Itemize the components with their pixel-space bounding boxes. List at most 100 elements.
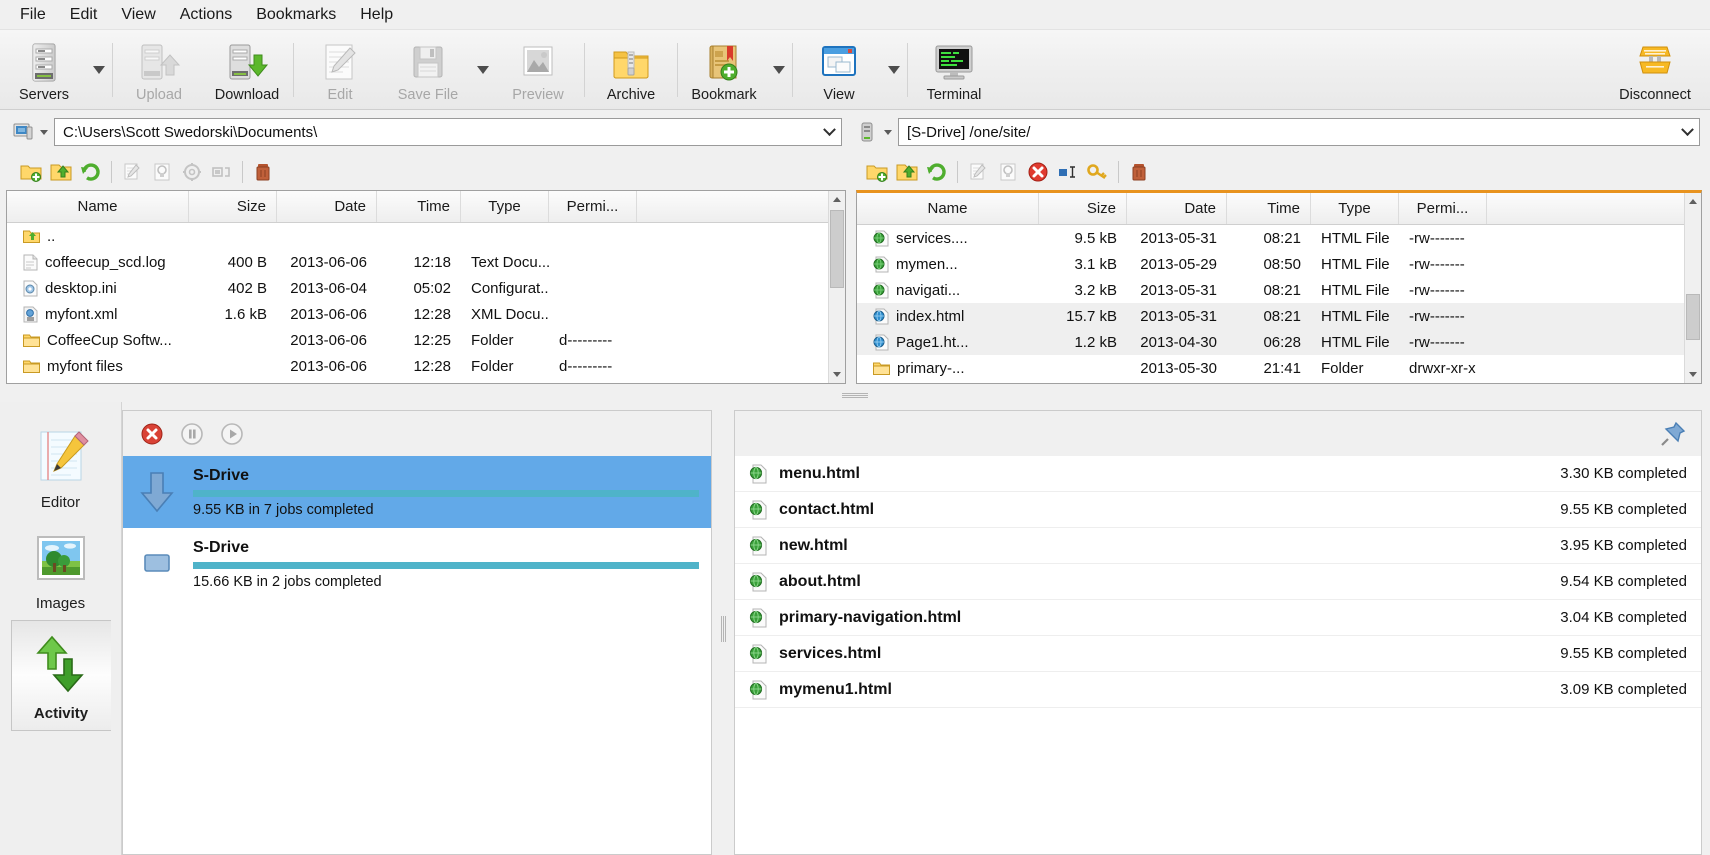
local-col-perm[interactable]: Permi...: [549, 191, 637, 222]
remote-key-icon[interactable]: [1083, 158, 1113, 186]
menu-view[interactable]: View: [109, 2, 167, 28]
remote-chmod-icon[interactable]: [1053, 158, 1083, 186]
table-row[interactable]: services.... 9.5 kB 2013-05-31 08:21 HTM…: [857, 225, 1701, 251]
local-refresh-icon[interactable]: [76, 158, 106, 186]
remote-col-date[interactable]: Date: [1127, 193, 1227, 224]
list-item[interactable]: menu.html 3.30 KB completed: [735, 456, 1701, 492]
local-rename-icon[interactable]: [117, 158, 147, 186]
list-item[interactable]: about.html 9.54 KB completed: [735, 564, 1701, 600]
view-button[interactable]: View: [795, 30, 883, 109]
bookmark-dropdown-caret[interactable]: [768, 30, 790, 109]
terminal-button[interactable]: Terminal: [910, 30, 998, 109]
table-row[interactable]: myfont.xml 1.6 kB 2013-06-06 12:28 XML D…: [7, 301, 845, 327]
remote-col-type[interactable]: Type: [1311, 193, 1399, 224]
remote-new-folder-icon[interactable]: [862, 158, 892, 186]
horizontal-splitter[interactable]: [0, 388, 1710, 402]
local-scroll-up-icon[interactable]: [829, 191, 845, 208]
local-new-folder-icon[interactable]: [16, 158, 46, 186]
view-dropdown-caret[interactable]: [883, 30, 905, 109]
local-scroll-thumb[interactable]: [830, 210, 844, 288]
table-row[interactable]: navigati... 3.2 kB 2013-05-31 08:21 HTML…: [857, 277, 1701, 303]
menu-actions[interactable]: Actions: [168, 2, 244, 28]
table-row[interactable]: Page1.ht... 1.2 kB 2013-04-30 06:28 HTML…: [857, 329, 1701, 355]
remote-scroll-down-icon[interactable]: [1685, 366, 1701, 383]
table-row[interactable]: desktop.ini 402 B 2013-06-04 05:02 Confi…: [7, 275, 845, 301]
pause-icon[interactable]: [177, 419, 207, 449]
save-file-dropdown-caret[interactable]: [472, 30, 494, 109]
local-path-chevron-down-icon[interactable]: [817, 119, 841, 145]
table-row[interactable]: myfont files 2013-06-06 12:28 Folder d--…: [7, 353, 845, 379]
local-trash-icon[interactable]: [248, 158, 278, 186]
table-row[interactable]: CoffeeCup Softw... 2013-06-06 12:25 Fold…: [7, 327, 845, 353]
list-item[interactable]: services.html 9.55 KB completed: [735, 636, 1701, 672]
table-row[interactable]: primary-... 2013-05-30 21:41 Folder drwx…: [857, 355, 1701, 381]
remote-refresh-icon[interactable]: [922, 158, 952, 186]
stop-icon[interactable]: [137, 419, 167, 449]
servers-dropdown-caret[interactable]: [88, 30, 110, 109]
local-col-date[interactable]: Date: [277, 191, 377, 222]
details-file-name: primary-navigation.html: [779, 609, 1548, 627]
rail-item-images[interactable]: Images: [13, 519, 109, 620]
remote-col-size[interactable]: Size: [1039, 193, 1127, 224]
list-item[interactable]: primary-navigation.html 3.04 KB complete…: [735, 600, 1701, 636]
list-item[interactable]: new.html 3.95 KB completed: [735, 528, 1701, 564]
local-file-pane[interactable]: Name Size Date Time Type Permi... .: [6, 190, 846, 384]
remote-scroll-thumb[interactable]: [1686, 294, 1700, 340]
remote-trash-icon[interactable]: [1124, 158, 1154, 186]
queue-job-item[interactable]: S-Drive 9.55 KB in 7 jobs completed: [123, 456, 711, 528]
edit-button[interactable]: Edit: [296, 30, 384, 109]
local-path-value: C:\Users\Scott Swedorski\Documents\: [63, 124, 817, 141]
preview-button[interactable]: Preview: [494, 30, 582, 109]
table-row[interactable]: ..: [7, 223, 845, 249]
table-row[interactable]: mymen... 3.1 kB 2013-05-29 08:50 HTML Fi…: [857, 251, 1701, 277]
save-file-button[interactable]: Save File: [384, 30, 472, 109]
remote-upload-folder-icon[interactable]: [892, 158, 922, 186]
remote-file-pane[interactable]: Name Size Date Time Type Permi... s: [856, 190, 1702, 384]
table-row[interactable]: index.html 15.7 kB 2013-05-31 08:21 HTML…: [857, 303, 1701, 329]
menu-edit[interactable]: Edit: [58, 2, 110, 28]
upload-button[interactable]: Upload: [115, 30, 203, 109]
table-row[interactable]: coffeecup_scd.log 400 B 2013-06-06 12:18…: [7, 249, 845, 275]
local-path-dropdown-caret[interactable]: [36, 120, 52, 144]
remote-path-chevron-down-icon[interactable]: [1675, 119, 1699, 145]
remote-path-combobox[interactable]: [S-Drive] /one/site/: [898, 118, 1700, 146]
local-upload-folder-icon[interactable]: [46, 158, 76, 186]
play-icon[interactable]: [217, 419, 247, 449]
rail-item-activity[interactable]: Activity: [11, 620, 111, 731]
remote-col-time[interactable]: Time: [1227, 193, 1311, 224]
remote-col-perm[interactable]: Permi...: [1399, 193, 1487, 224]
disconnect-button[interactable]: Disconnect: [1600, 30, 1710, 109]
local-col-time[interactable]: Time: [377, 191, 461, 222]
rail-item-editor[interactable]: Editor: [13, 416, 109, 519]
local-col-name[interactable]: Name: [7, 191, 189, 222]
local-col-size[interactable]: Size: [189, 191, 277, 222]
local-select-icon[interactable]: [207, 158, 237, 186]
archive-button[interactable]: Archive: [587, 30, 675, 109]
remote-delete-icon[interactable]: [1023, 158, 1053, 186]
menu-file[interactable]: File: [8, 2, 58, 28]
remote-properties-icon[interactable]: [993, 158, 1023, 186]
local-settings-icon[interactable]: [177, 158, 207, 186]
bookmark-button[interactable]: Bookmark: [680, 30, 768, 109]
remote-path-dropdown-caret[interactable]: [880, 120, 896, 144]
menu-help[interactable]: Help: [348, 2, 405, 28]
pushpin-icon[interactable]: [1659, 420, 1687, 448]
list-item[interactable]: mymenu1.html 3.09 KB completed: [735, 672, 1701, 708]
download-button[interactable]: Download: [203, 30, 291, 109]
local-properties-icon[interactable]: [147, 158, 177, 186]
remote-rename-icon[interactable]: [963, 158, 993, 186]
local-path-combobox[interactable]: C:\Users\Scott Swedorski\Documents\: [54, 118, 842, 146]
servers-button[interactable]: Servers: [0, 30, 88, 109]
local-scroll-track[interactable]: [829, 208, 845, 366]
remote-col-name[interactable]: Name: [857, 193, 1039, 224]
local-col-type[interactable]: Type: [461, 191, 549, 222]
remote-pane-scrollbar[interactable]: [1684, 193, 1701, 383]
queue-job-item[interactable]: S-Drive 15.66 KB in 2 jobs completed: [123, 528, 711, 600]
local-pane-scrollbar[interactable]: [828, 191, 845, 383]
local-scroll-down-icon[interactable]: [829, 366, 845, 383]
vertical-splitter[interactable]: [712, 402, 734, 855]
list-item[interactable]: contact.html 9.55 KB completed: [735, 492, 1701, 528]
menu-bookmarks[interactable]: Bookmarks: [244, 2, 348, 28]
remote-scroll-track[interactable]: [1685, 210, 1701, 366]
remote-scroll-up-icon[interactable]: [1685, 193, 1701, 210]
